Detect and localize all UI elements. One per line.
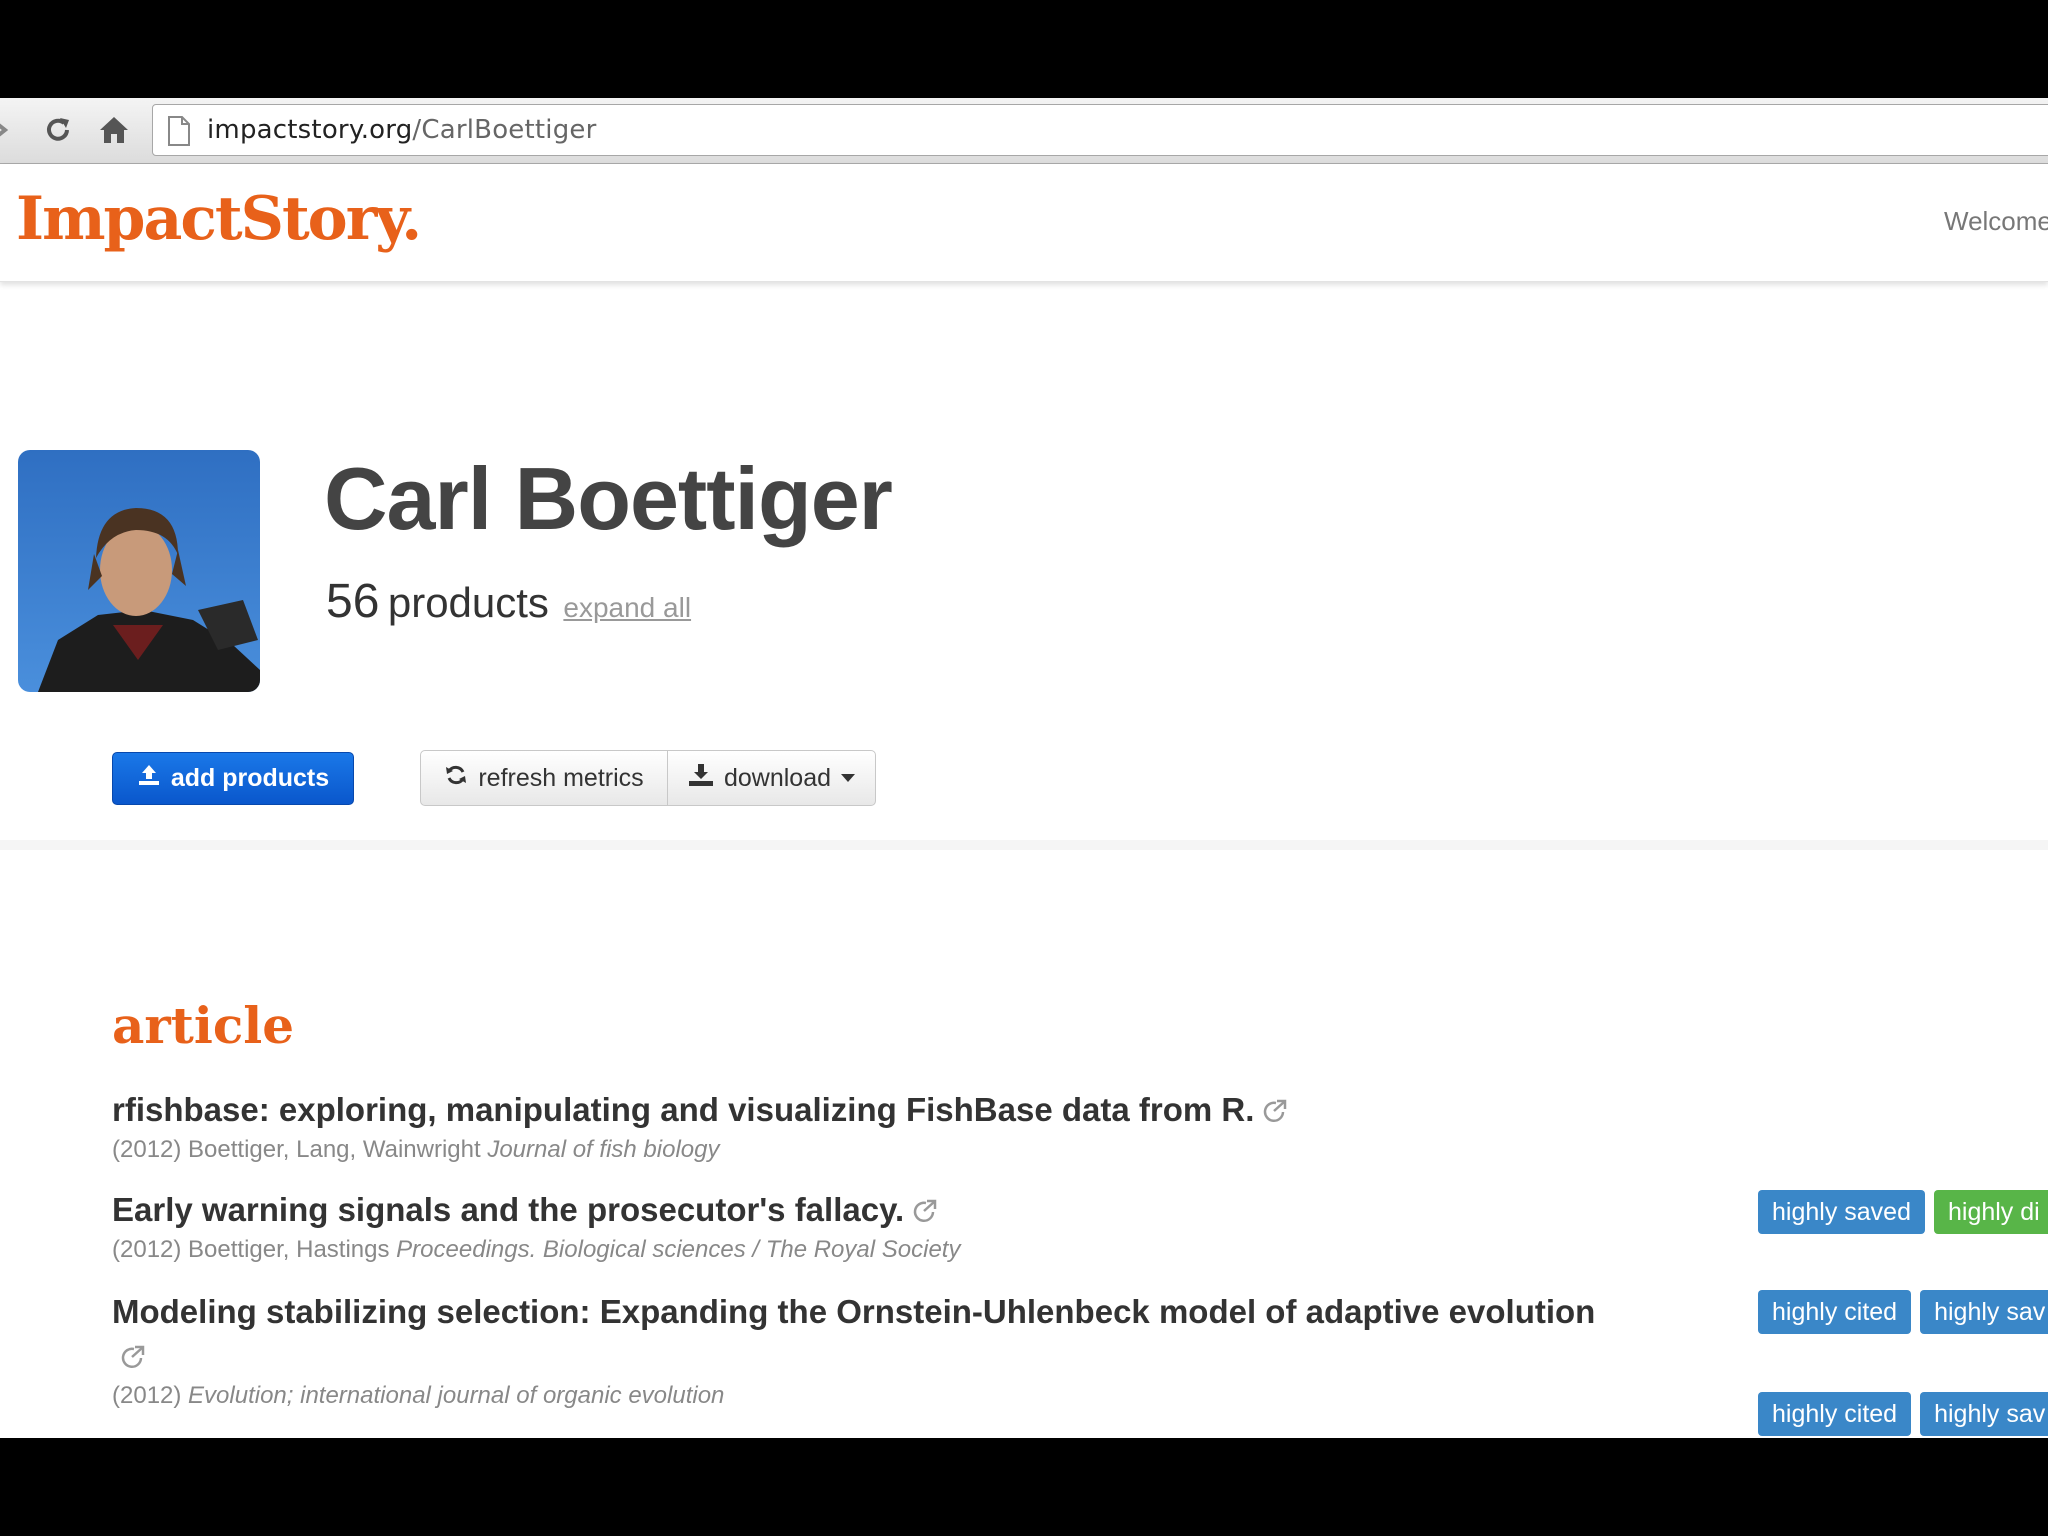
products-label: products: [387, 579, 549, 626]
avatar: [18, 450, 260, 692]
address-bar[interactable]: impactstory.org/CarlBoettiger: [152, 104, 2048, 156]
site-header: ImpactStory. Welcome: [0, 164, 2048, 282]
article-badges: highly cited highly sav: [1758, 1392, 2048, 1436]
article-authors: Boettiger, Hastings: [188, 1236, 390, 1264]
profile-name: Carl Boettiger: [324, 449, 893, 548]
badge-highly-cited[interactable]: highly cited: [1758, 1392, 1912, 1436]
article-year: (2012): [112, 1382, 182, 1410]
metrics-button-group: refresh metrics download: [420, 750, 876, 806]
refresh-metrics-label: refresh metrics: [478, 763, 644, 792]
download-button[interactable]: download: [667, 751, 875, 805]
reload-icon[interactable]: [38, 110, 78, 150]
home-icon[interactable]: [94, 110, 134, 150]
article-title[interactable]: Modeling stabilizing selection: Expandin…: [112, 1290, 1612, 1380]
external-link-icon[interactable]: [120, 1336, 146, 1380]
chevron-down-icon: [841, 774, 856, 782]
url-text: impactstory.org/CarlBoettiger: [207, 115, 597, 145]
article-meta: (2012) Boettiger, Lang, Wainwright Journ…: [112, 1136, 1752, 1164]
letterbox-top: [0, 0, 2048, 98]
add-products-label: add products: [170, 764, 330, 792]
download-icon: [688, 763, 714, 794]
article-meta: (2012) Boettiger, Hastings Proceedings. …: [112, 1236, 1752, 1264]
welcome-text: Welcome: [1944, 206, 2048, 236]
badge-highly-discussed[interactable]: highly di: [1933, 1190, 2048, 1234]
forward-icon[interactable]: [0, 110, 22, 150]
products-summary: 56 products expand all: [326, 574, 691, 629]
badge-highly-saved[interactable]: highly saved: [1758, 1190, 1925, 1234]
external-link-icon[interactable]: [912, 1190, 938, 1234]
letterbox-bottom: [0, 1438, 2048, 1536]
section-title: article: [112, 996, 295, 1055]
page-icon: [167, 116, 191, 151]
article-authors: Boettiger, Lang, Wainwright: [188, 1136, 481, 1164]
badge-highly-saved[interactable]: highly sav: [1920, 1290, 2048, 1334]
article-title[interactable]: rfishbase: exploring, manipulating and v…: [112, 1088, 1752, 1134]
section-divider: [0, 840, 2048, 850]
article-journal: Journal of fish biology: [487, 1136, 720, 1164]
external-link-icon[interactable]: [1262, 1090, 1288, 1134]
impactstory-logo[interactable]: ImpactStory.: [16, 184, 422, 254]
expand-all-link[interactable]: expand all: [563, 592, 691, 623]
article-journal: Evolution; international journal of orga…: [188, 1382, 725, 1410]
add-products-button[interactable]: add products: [112, 752, 354, 805]
products-count: 56: [326, 575, 380, 628]
url-path: /CarlBoettiger: [412, 115, 597, 145]
url-host: impactstory.org: [207, 115, 413, 145]
article-year: (2012): [112, 1136, 182, 1164]
download-label: download: [723, 763, 832, 792]
upload-icon: [137, 763, 161, 794]
article-badges: highly cited highly sav: [1758, 1290, 2048, 1334]
article-meta: (2012) Evolution; international journal …: [112, 1382, 1612, 1410]
article-journal: Proceedings. Biological sciences / The R…: [396, 1236, 961, 1264]
article-year: (2012): [112, 1236, 182, 1264]
refresh-icon: [444, 763, 468, 794]
badge-highly-cited[interactable]: highly cited: [1758, 1290, 1912, 1334]
badge-highly-saved[interactable]: highly sav: [1920, 1392, 2048, 1436]
list-item: rfishbase: exploring, manipulating and v…: [112, 1088, 1752, 1164]
article-title[interactable]: Early warning signals and the prosecutor…: [112, 1188, 1752, 1234]
article-badges: highly saved highly di: [1758, 1190, 2048, 1234]
refresh-metrics-button[interactable]: refresh metrics: [421, 751, 667, 805]
list-item: Modeling stabilizing selection: Expandin…: [112, 1290, 1612, 1410]
browser-viewport: impactstory.org/CarlBoettiger ImpactStor…: [0, 98, 2048, 1438]
browser-toolbar: impactstory.org/CarlBoettiger: [0, 98, 2048, 164]
list-item: Early warning signals and the prosecutor…: [112, 1188, 1752, 1264]
